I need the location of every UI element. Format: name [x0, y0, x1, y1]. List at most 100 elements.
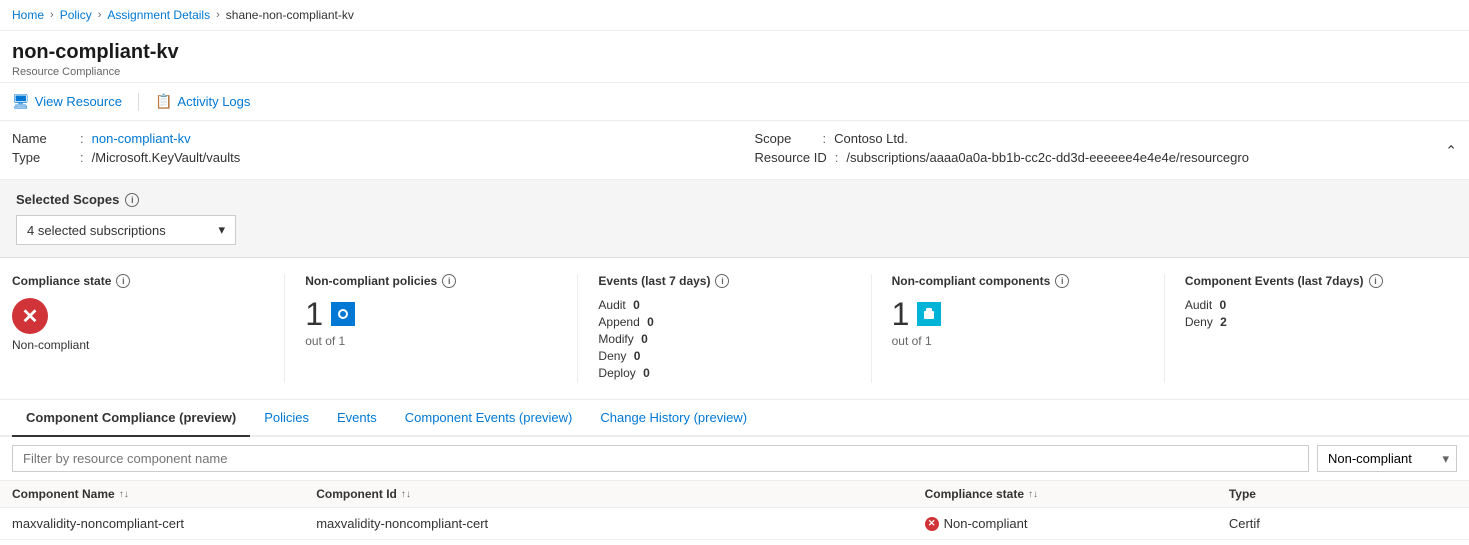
- breadcrumb-policy[interactable]: Policy: [60, 8, 92, 22]
- tab-0[interactable]: Component Compliance (preview): [12, 400, 250, 437]
- action-bar: 🖥 View Resource 📋 Activity Logs: [0, 83, 1469, 121]
- cell-component-id: maxvalidity-noncompliant-cert: [316, 516, 924, 531]
- resource-id-label: Resource ID: [755, 150, 827, 165]
- view-resource-button[interactable]: 🖥 View Resource: [12, 89, 122, 114]
- event-value: 0: [630, 298, 640, 312]
- scope-dropdown[interactable]: 4 selected subscriptions ▾: [16, 215, 236, 245]
- non-compliant-policies-number: 1: [305, 298, 323, 330]
- breadcrumb-sep-1: ›: [50, 9, 54, 21]
- col-header-name-label: Component Name: [12, 487, 115, 501]
- name-value[interactable]: non-compliant-kv: [92, 131, 191, 146]
- events-info-icon[interactable]: i: [715, 274, 729, 288]
- stats-section: Compliance state i ✕ Non-compliant Non-c…: [0, 258, 1469, 400]
- col-header-compliance[interactable]: Compliance state ↑↓: [925, 487, 1229, 501]
- col-sort-name-icon[interactable]: ↑↓: [119, 489, 129, 500]
- col-sort-id-icon[interactable]: ↑↓: [401, 489, 411, 500]
- activity-logs-button[interactable]: 📋 Activity Logs: [155, 89, 250, 114]
- non-compliant-components-main: 1: [892, 298, 1144, 330]
- events-label: Events (last 7 days): [598, 274, 710, 288]
- scopes-section: Selected Scopes i 4 selected subscriptio…: [0, 180, 1469, 258]
- tab-1[interactable]: Policies: [250, 400, 323, 437]
- view-resource-label: View Resource: [35, 94, 122, 109]
- detail-type-row: Type : /Microsoft.KeyVault/vaults: [12, 150, 715, 165]
- resource-id-value: /subscriptions/aaaa0a0a-bb1b-cc2c-dd3d-e…: [846, 150, 1249, 165]
- component-event-value: 2: [1217, 315, 1227, 329]
- event-value: 0: [630, 349, 640, 363]
- breadcrumb-assignment-details[interactable]: Assignment Details: [107, 8, 210, 22]
- non-compliant-policies-label: Non-compliant policies: [305, 274, 437, 288]
- scope-sep: :: [823, 131, 827, 146]
- col-header-id-label: Component Id: [316, 487, 397, 501]
- event-label: Deny: [598, 349, 626, 363]
- events-list: Audit 0Append 0Modify 0Deny 0Deploy 0: [598, 298, 850, 380]
- compliance-state-value: Non-compliant: [12, 338, 264, 352]
- table-header: Component Name ↑↓ Component Id ↑↓ Compli…: [0, 481, 1469, 508]
- non-compliant-components-label: Non-compliant components: [892, 274, 1051, 288]
- non-compliant-policies-info-icon[interactable]: i: [442, 274, 456, 288]
- action-divider: [138, 93, 139, 111]
- component-events-info-icon[interactable]: i: [1369, 274, 1383, 288]
- collapse-button[interactable]: ⌃: [1445, 142, 1457, 159]
- event-row: Deny 0: [598, 349, 850, 363]
- type-value: /Microsoft.KeyVault/vaults: [92, 150, 241, 165]
- cell-compliance-state: ✕ Non-compliant: [925, 516, 1229, 531]
- col-header-id[interactable]: Component Id ↑↓: [316, 487, 924, 501]
- col-header-name[interactable]: Component Name ↑↓: [12, 487, 316, 501]
- event-value: 0: [638, 332, 648, 346]
- tab-3[interactable]: Component Events (preview): [391, 400, 587, 437]
- non-compliant-components-sub: out of 1: [892, 334, 1144, 348]
- breadcrumb-home[interactable]: Home: [12, 8, 44, 22]
- col-sort-compliance-icon[interactable]: ↑↓: [1028, 489, 1038, 500]
- col-header-type[interactable]: Type: [1229, 487, 1457, 501]
- event-row: Audit 0: [598, 298, 850, 312]
- tabs-section: Component Compliance (preview)PoliciesEv…: [0, 400, 1469, 437]
- view-resource-icon: 🖥: [12, 93, 30, 110]
- detail-resource-id-row: Resource ID : /subscriptions/aaaa0a0a-bb…: [755, 150, 1458, 165]
- details-right: Scope : Contoso Ltd. Resource ID : /subs…: [715, 131, 1458, 169]
- events-block: Events (last 7 days) i Audit 0Append 0Mo…: [577, 274, 870, 383]
- non-compliant-components-block: Non-compliant components i 1 out of 1: [871, 274, 1164, 383]
- component-icon: [917, 302, 941, 326]
- compliance-state-info-icon[interactable]: i: [116, 274, 130, 288]
- component-name-filter-input[interactable]: [12, 445, 1309, 472]
- compliance-state-title: Compliance state i: [12, 274, 264, 288]
- compliance-state-label: Compliance state: [12, 274, 111, 288]
- scopes-info-icon[interactable]: i: [125, 193, 139, 207]
- scope-value: Contoso Ltd.: [834, 131, 908, 146]
- component-events-list: Audit 0Deny 2: [1185, 298, 1437, 329]
- event-label: Modify: [598, 332, 633, 346]
- scopes-label-text: Selected Scopes: [16, 192, 119, 207]
- event-value: 0: [644, 315, 654, 329]
- page-title: non-compliant-kv: [12, 41, 1457, 64]
- scopes-label: Selected Scopes i: [16, 192, 1453, 207]
- non-compliant-components-info-icon[interactable]: i: [1055, 274, 1069, 288]
- compliance-error-icon: ✕: [925, 517, 939, 531]
- compliance-filter-wrapper: Non-compliantCompliantAll: [1317, 445, 1457, 472]
- non-compliant-icon: ✕: [12, 298, 48, 334]
- event-label: Append: [598, 315, 639, 329]
- name-sep: :: [80, 131, 84, 146]
- event-row: Modify 0: [598, 332, 850, 346]
- non-compliant-components-title: Non-compliant components i: [892, 274, 1144, 288]
- table-row[interactable]: maxvalidity-noncompliant-cert maxvalidit…: [0, 508, 1469, 540]
- compliance-state-block: Compliance state i ✕ Non-compliant: [12, 274, 284, 383]
- col-header-type-label: Type: [1229, 487, 1256, 501]
- policy-icon-inner: [338, 309, 348, 319]
- breadcrumb: Home › Policy › Assignment Details › sha…: [0, 0, 1469, 31]
- page-header: non-compliant-kv Resource Compliance: [0, 31, 1469, 83]
- details-section: Name : non-compliant-kv Type : /Microsof…: [0, 121, 1469, 180]
- chevron-up-icon: ⌃: [1445, 142, 1457, 158]
- cell-type: Certif: [1229, 516, 1457, 531]
- page-subtitle: Resource Compliance: [12, 66, 1457, 78]
- tab-4[interactable]: Change History (preview): [586, 400, 761, 437]
- non-compliant-policies-main: 1: [305, 298, 557, 330]
- event-label: Audit: [598, 298, 625, 312]
- breadcrumb-sep-2: ›: [98, 9, 102, 21]
- tab-2[interactable]: Events: [323, 400, 391, 437]
- event-row: Append 0: [598, 315, 850, 329]
- compliance-filter-select[interactable]: Non-compliantCompliantAll: [1317, 445, 1457, 472]
- type-label: Type: [12, 150, 72, 165]
- detail-scope-row: Scope : Contoso Ltd.: [755, 131, 1458, 146]
- event-label: Deploy: [598, 366, 635, 380]
- component-event-value: 0: [1216, 298, 1226, 312]
